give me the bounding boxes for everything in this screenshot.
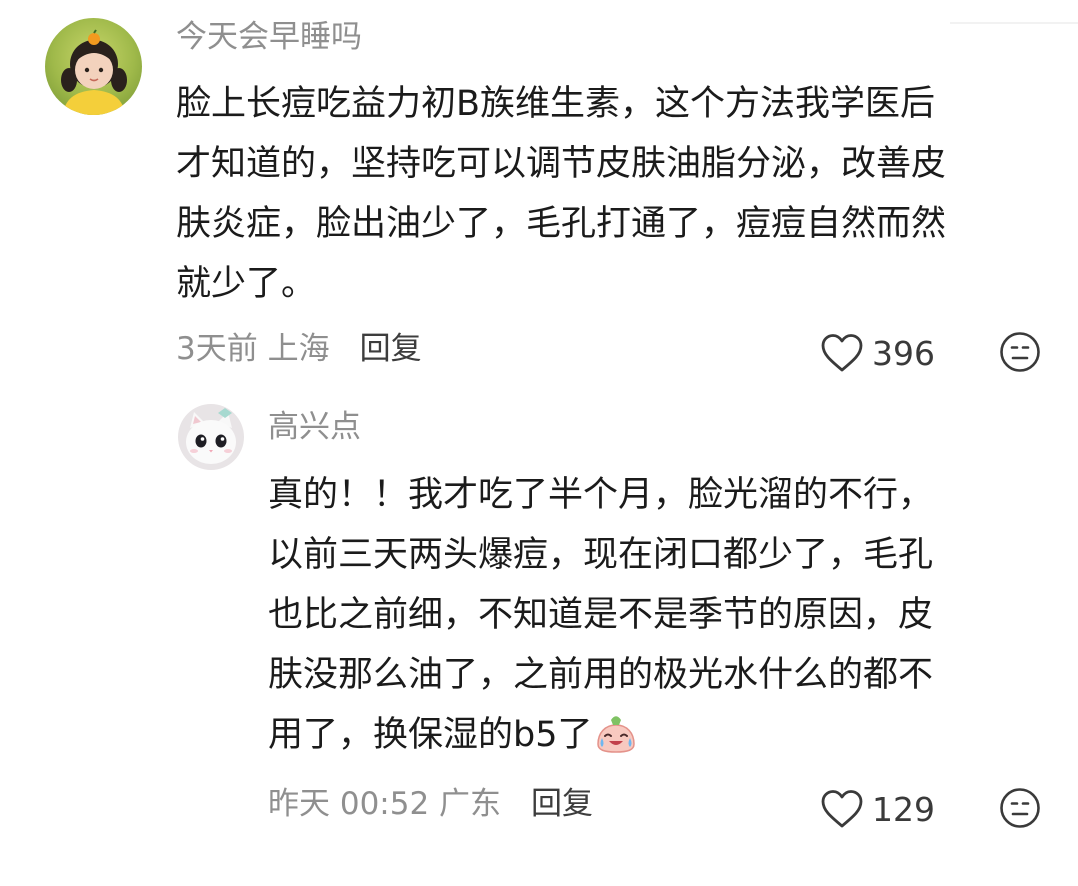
unhappy-face-icon[interactable] xyxy=(999,787,1041,829)
like-button[interactable]: 129 xyxy=(820,789,935,829)
like-button[interactable]: 396 xyxy=(820,333,935,373)
heart-outline-icon xyxy=(821,334,863,372)
user-avatar[interactable] xyxy=(45,18,142,115)
comment-text: 真的！！我才吃了半个月，脸光溜的不行， 以前三天两头爆痘，现在闭口都少了，毛孔 … xyxy=(268,465,933,765)
comment-text-line: 脸上长痘吃益力初B族维生素，这个方法我学医后 xyxy=(176,84,936,124)
comment-meta: 3天前 上海 回复 xyxy=(176,334,422,365)
time-location: 昨天 00:52 广东 xyxy=(268,786,502,822)
like-count: 129 xyxy=(872,789,935,829)
time-location: 3天前 上海 xyxy=(176,331,330,367)
unhappy-face-icon[interactable] xyxy=(999,331,1041,373)
crying-laughing-face-emoji xyxy=(596,716,635,753)
comment-text-line: 才知道的，坚持吃可以调节皮肤油脂分泌，改善皮 xyxy=(176,144,947,184)
reply-button[interactable]: 回复 xyxy=(531,789,593,820)
white-cat-avatar-icon xyxy=(178,404,244,470)
like-count: 396 xyxy=(872,333,935,373)
username[interactable]: 高兴点 xyxy=(268,412,361,443)
comment-meta: 昨天 00:52 广东 回复 xyxy=(268,789,593,820)
comment-text-line: 肤没那么油了，之前用的极光水什么的都不 xyxy=(268,655,934,695)
username[interactable]: 今天会早睡吗 xyxy=(176,22,362,53)
comment-text: 脸上长痘吃益力初B族维生素，这个方法我学医后 才知道的，坚持吃可以调节皮肤油脂分… xyxy=(176,74,946,314)
heart-outline-icon xyxy=(821,790,863,828)
comment-text-line: 也比之前细，不知道是不是季节的原因，皮 xyxy=(268,595,934,635)
comment-text-line: 肤炎症，脸出油少了，毛孔打通了，痘痘自然而然 xyxy=(176,204,947,244)
reply-button[interactable]: 回复 xyxy=(360,334,422,365)
user-avatar[interactable] xyxy=(178,404,244,470)
comment-text-fragment: 用了，换保湿的b5了 xyxy=(268,715,593,755)
girl-avatar-icon xyxy=(45,18,142,115)
comment-text-line-last: 用了，换保湿的b5了 xyxy=(268,705,933,765)
comment-text-line: 真的！！我才吃了半个月，脸光溜的不行， xyxy=(268,475,934,515)
top-divider xyxy=(950,22,1078,24)
comment-text-line: 就少了。 xyxy=(176,264,317,304)
comment-text-line: 以前三天两头爆痘，现在闭口都少了，毛孔 xyxy=(268,535,934,575)
